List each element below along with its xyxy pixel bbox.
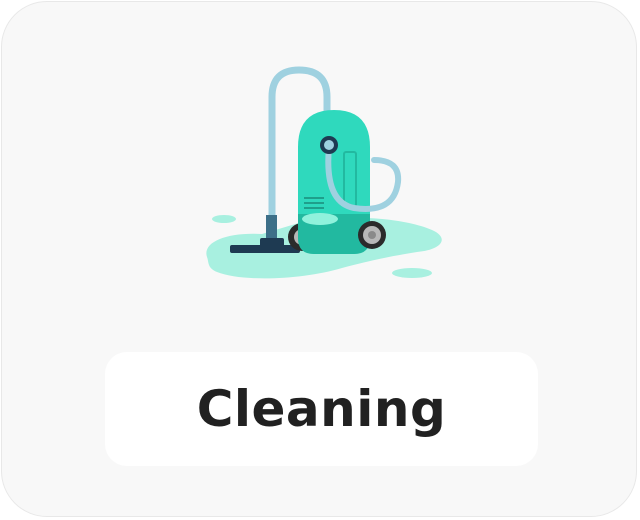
card-label-box: Cleaning — [105, 352, 538, 466]
vacuum-cleaner-icon — [206, 66, 442, 279]
card-label: Cleaning — [196, 380, 447, 438]
cleaning-service-card[interactable]: Cleaning — [1, 1, 637, 517]
